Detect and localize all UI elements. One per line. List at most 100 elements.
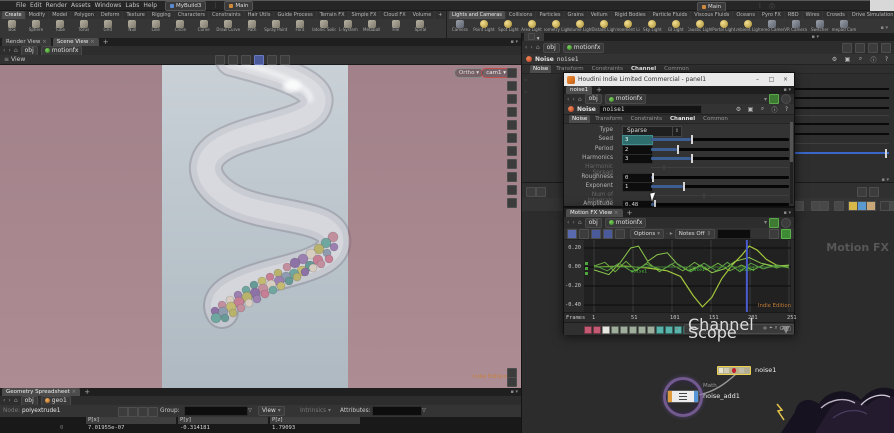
- help-icon[interactable]: ?: [782, 106, 791, 113]
- shelf-tab-rigid-bodies[interactable]: Rigid Bodies: [612, 11, 649, 19]
- shelf-tool-box[interactable]: Box: [0, 19, 24, 38]
- gear-icon[interactable]: ⚙: [830, 56, 839, 63]
- shelf-tab-guide-process[interactable]: Guide Process: [274, 11, 315, 19]
- shelf-tool-spiral[interactable]: Spiral: [408, 19, 432, 38]
- shelf-tool-spray-paint[interactable]: Spray Paint: [264, 19, 288, 38]
- channel-swatch[interactable]: [602, 326, 610, 334]
- shelf-tool-circle[interactable]: Circle: [168, 19, 192, 38]
- path-root[interactable]: obj: [585, 218, 602, 228]
- pane-controls-icon[interactable]: ▪ ▾: [881, 25, 889, 31]
- viewport-tool-icon[interactable]: [507, 185, 517, 195]
- node-noise-add1[interactable]: [667, 390, 699, 403]
- pane-controls-icon[interactable]: ▪ ▾: [511, 39, 519, 45]
- path-node[interactable]: motionfx: [563, 43, 605, 53]
- dropdown-icon[interactable]: ▾: [764, 219, 767, 226]
- channel-swatch[interactable]: [629, 326, 637, 334]
- path-node[interactable]: motionfx: [605, 218, 647, 228]
- menu-render[interactable]: Render: [44, 2, 69, 9]
- new-tab-icon[interactable]: +: [101, 38, 111, 46]
- up-icon[interactable]: ⌂: [14, 397, 18, 404]
- node-name-field[interactable]: noise1: [557, 56, 579, 63]
- shelf-tool-draw-curve[interactable]: Draw Curve: [216, 19, 240, 38]
- options-dropdown[interactable]: Options ▾: [630, 229, 664, 239]
- list-mode-icon[interactable]: [579, 229, 589, 239]
- node-noise1[interactable]: [717, 366, 751, 375]
- back-icon[interactable]: ‹: [525, 44, 527, 51]
- pane-controls-icon[interactable]: ▪ ▾: [784, 87, 792, 93]
- channel-swatch[interactable]: [620, 326, 628, 334]
- tab-motion-fx-view[interactable]: Motion FX View ×: [566, 209, 623, 217]
- slider-handle-harmonics[interactable]: [691, 154, 693, 163]
- viewport-tool-icon[interactable]: [507, 107, 517, 117]
- path-node[interactable]: geo1: [41, 396, 71, 406]
- forward-icon[interactable]: ›: [572, 219, 574, 226]
- frame-icon[interactable]: ▣: [843, 56, 852, 63]
- shelf-tool-font[interactable]: Font: [288, 19, 312, 38]
- back-icon[interactable]: ‹: [567, 219, 569, 226]
- build-chip[interactable]: MyBuild3: [165, 1, 206, 11]
- network-tool-icon[interactable]: [889, 201, 894, 211]
- view-mode-icon[interactable]: [567, 229, 577, 239]
- shelf-tool-l-system[interactable]: L-System: [336, 19, 360, 38]
- param-tab-transform[interactable]: Transform: [592, 115, 625, 123]
- shelf-tab--[interactable]: +: [435, 11, 445, 19]
- graph-area[interactable]: noise1noise1noise1 0.200.00-0.20-0.40 In…: [564, 240, 794, 322]
- path-node[interactable]: motionfx: [605, 94, 647, 104]
- plus-icon[interactable]: [857, 187, 867, 197]
- info-icon[interactable]: ⓘ: [769, 2, 775, 11]
- shelf-tab-terrain-fx[interactable]: Terrain FX: [317, 11, 348, 19]
- shelf-tool-file[interactable]: File: [384, 19, 408, 38]
- shelf-tool-metaball[interactable]: Metaball: [360, 19, 384, 38]
- param-tab-noise[interactable]: Noise: [569, 115, 590, 123]
- search-icon[interactable]: ⌕: [758, 105, 767, 113]
- shelf-tab-pyro-fx[interactable]: Pyro FX: [759, 11, 784, 19]
- network-tool-icon[interactable]: [834, 201, 844, 211]
- slider-handle-roughness[interactable]: [652, 173, 654, 182]
- shelf-tab-viscous-fluids[interactable]: Viscous Fluids: [691, 11, 732, 19]
- pin-icon[interactable]: ✛: [763, 326, 768, 332]
- geo-col-p-y-[interactable]: P[y]: [178, 417, 268, 424]
- shelf-tab-crowds[interactable]: Crowds: [823, 11, 847, 19]
- down-level-icon[interactable]: [148, 407, 158, 417]
- node-output-flag[interactable]: [694, 391, 698, 402]
- pane-controls-icon[interactable]: ▪ ▾: [812, 34, 820, 40]
- link-icon[interactable]: [769, 218, 779, 228]
- refresh-icon[interactable]: [769, 229, 779, 239]
- channel-swatch[interactable]: [593, 326, 601, 334]
- viewport-tool-icon[interactable]: [507, 159, 517, 169]
- scrollbar[interactable]: [790, 122, 793, 204]
- param-tab-common[interactable]: Common: [700, 115, 731, 123]
- search-icon[interactable]: ⌕: [774, 325, 777, 332]
- projection-badge[interactable]: Ortho ▾: [454, 68, 484, 78]
- shelf-tab-simple-fx[interactable]: Simple FX: [349, 11, 380, 19]
- viewport-tool-icon[interactable]: [507, 133, 517, 143]
- tab-geometry-spreadsheet[interactable]: Geometry Spreadsheet ×: [2, 388, 80, 396]
- shelf-tool-curve[interactable]: Curve: [192, 19, 216, 38]
- pin-icon[interactable]: [842, 43, 852, 53]
- shelf-tab-rigging[interactable]: Rigging: [149, 11, 174, 19]
- shelf-tab-hair-utils[interactable]: Hair Utils: [245, 11, 274, 19]
- shelf-tab-polygon[interactable]: Polygon: [71, 11, 97, 19]
- shelf-tab-grains[interactable]: Grains: [565, 11, 587, 19]
- gear-icon[interactable]: ⚙: [734, 106, 743, 113]
- notes-dropdown[interactable]: Notes Off ⇕: [675, 229, 715, 239]
- link-icon[interactable]: [769, 94, 779, 104]
- shelf-tab-volume[interactable]: Volume: [410, 11, 435, 19]
- menu-file[interactable]: File: [14, 2, 28, 9]
- group-input[interactable]: [184, 406, 248, 416]
- channel-swatch[interactable]: [638, 326, 646, 334]
- menu-assets[interactable]: Assets: [69, 2, 93, 9]
- menu-labs[interactable]: Labs: [123, 2, 141, 9]
- view-tool-icon[interactable]: [228, 55, 238, 65]
- channel-swatch[interactable]: [647, 326, 655, 334]
- shelf-tool-tube[interactable]: Tube: [48, 19, 72, 38]
- shelf-tab-particles[interactable]: Particles: [536, 11, 563, 19]
- view-tool-icon[interactable]: [241, 55, 251, 65]
- shelf-tool-null[interactable]: Null: [120, 19, 144, 38]
- slider-handle-exponent[interactable]: [683, 182, 685, 191]
- scrollbar-thumb[interactable]: [790, 122, 793, 162]
- plot-area[interactable]: [584, 240, 791, 312]
- param-tab-constraints[interactable]: Constraints: [628, 115, 665, 123]
- shelf-tab-vellum[interactable]: Vellum: [588, 11, 611, 19]
- forward-icon[interactable]: ›: [8, 397, 10, 404]
